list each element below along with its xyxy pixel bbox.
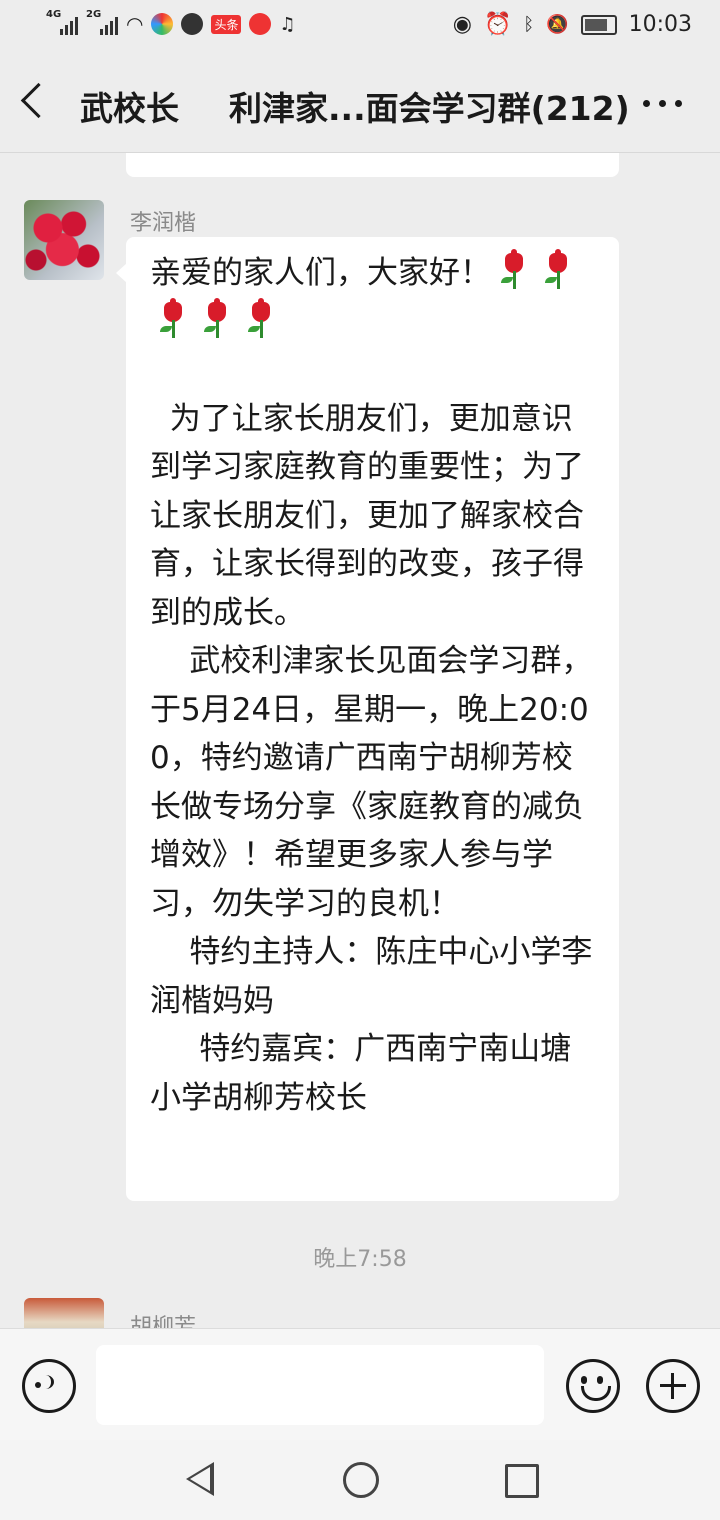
emoji-button[interactable] <box>566 1359 620 1413</box>
system-home-icon[interactable] <box>343 1462 379 1498</box>
network-type-2: 2G <box>86 9 102 20</box>
eye-icon: ◉ <box>452 12 472 37</box>
contact-name: 武校长 <box>80 89 179 128</box>
bluetooth-icon: ᛒ <box>523 14 535 35</box>
app-icon-2 <box>181 13 204 35</box>
system-nav-bar <box>0 1440 720 1520</box>
message-input[interactable] <box>96 1345 544 1425</box>
signal-icon: 4G <box>46 9 78 35</box>
network-type-1: 4G <box>46 9 62 20</box>
chat-header: 武校长 利津家...面会学习群(212) <box>0 56 720 153</box>
message-greeting: 亲爱的家人们，大家好！ <box>150 255 491 291</box>
status-right: ◉ ⏰ ᛒ 🔕 10:03 <box>453 12 692 37</box>
more-options-icon[interactable] <box>643 100 682 107</box>
message-body: 为了让家长朋友们，更加意识到学习家庭教育的重要性；为了让家长朋友们，更加了解家校… <box>150 400 593 1116</box>
more-functions-button[interactable] <box>646 1359 700 1413</box>
tulip-icon <box>242 297 278 340</box>
message-bubble[interactable]: 亲爱的家人们，大家好！ 为了让家长朋友们，更加意识到学习家庭教育的重要性；为了让… <box>116 237 619 1201</box>
signal-icon-2: 2G <box>86 9 118 35</box>
tulip-icon <box>154 297 190 340</box>
clock: 10:03 <box>628 12 692 37</box>
news-app-badge: 头条 <box>211 14 242 34</box>
group-title: 利津家...面会学习群(212) <box>229 89 630 128</box>
mute-icon: 🔕 <box>546 14 569 35</box>
avatar-next[interactable] <box>24 1298 104 1328</box>
tulip-icon <box>539 249 575 291</box>
notification-icon <box>249 13 272 35</box>
message-text: 亲爱的家人们，大家好！ 为了让家长朋友们，更加意识到学习家庭教育的重要性；为了让… <box>150 249 602 1122</box>
system-recents-icon[interactable] <box>505 1464 539 1498</box>
status-bar: 4G 2G ◠ 头条 ♫ ◉ ⏰ ᛒ 🔕 10:03 <box>0 0 720 56</box>
music-icon: ♫ <box>279 13 296 35</box>
status-left: 4G 2G ◠ 头条 ♫ <box>46 9 296 36</box>
tulip-icon <box>495 249 531 291</box>
sender-name: 李润楷 <box>130 211 197 236</box>
previous-message-bubble[interactable] <box>126 153 619 177</box>
next-sender-name: 胡柳芳 <box>130 1315 197 1328</box>
chat-title: 武校长 利津家...面会学习群(212) <box>80 82 630 130</box>
tulip-icon <box>198 297 234 340</box>
input-bar <box>0 1328 720 1441</box>
battery-icon <box>580 14 617 35</box>
app-icon <box>151 13 174 35</box>
system-back-icon[interactable] <box>186 1462 214 1496</box>
voice-input-button[interactable] <box>22 1359 76 1413</box>
chat-area[interactable]: 李润楷 亲爱的家人们，大家好！ 为了让家长朋友们，更加意识到学习家庭教育的重要性… <box>0 153 720 1328</box>
back-icon[interactable] <box>20 82 57 119</box>
alarm-icon: ⏰ <box>483 12 512 37</box>
wifi-icon: ◠ <box>126 12 144 36</box>
avatar[interactable] <box>24 200 104 280</box>
message-timestamp: 晚上7:58 <box>313 1247 407 1272</box>
